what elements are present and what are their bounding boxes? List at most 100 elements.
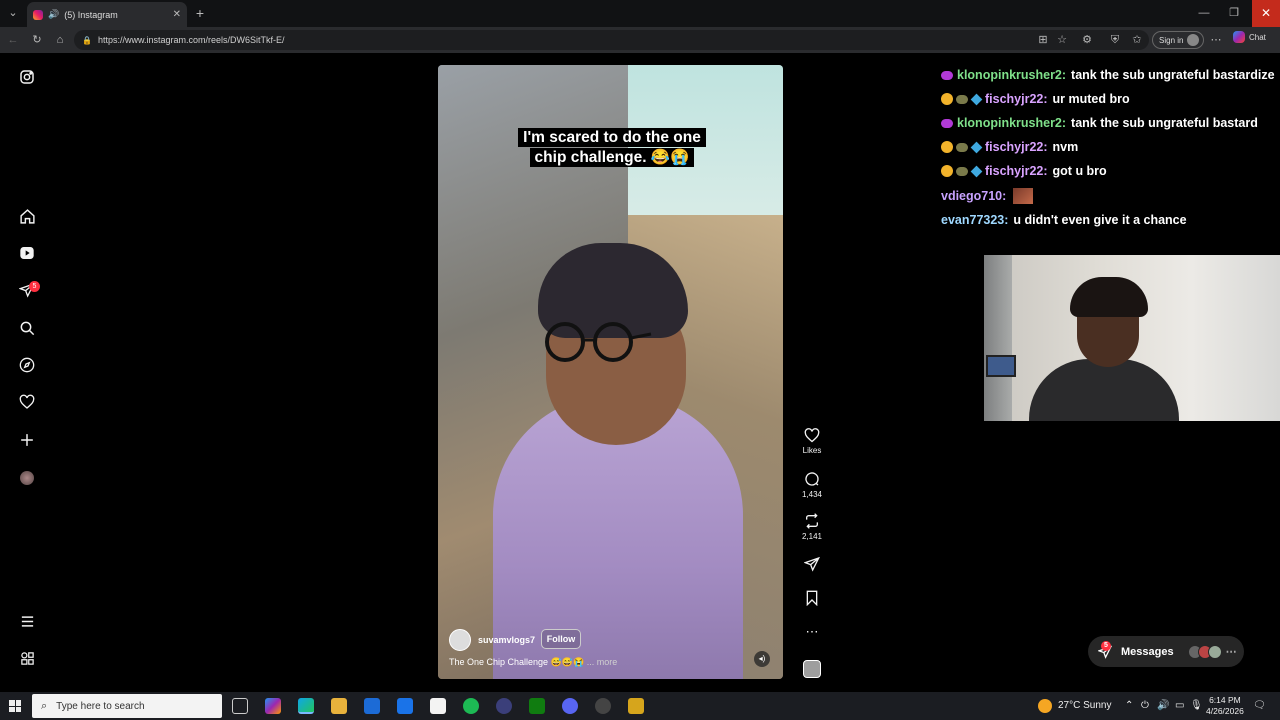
store-icon[interactable] (364, 698, 380, 714)
copilot-taskbar-icon[interactable] (265, 698, 281, 714)
back-arrow-icon[interactable]: ← (5, 32, 21, 48)
search-icon[interactable] (17, 318, 37, 338)
more-menu-hamburger-icon[interactable] (17, 611, 37, 631)
chat-emote-image-icon (1013, 188, 1034, 204)
lock-icon[interactable]: 🔒 (82, 36, 92, 45)
more-menu-icon[interactable]: ⋯ (1208, 32, 1224, 48)
edge-taskbar-icon[interactable] (298, 698, 314, 714)
more-link[interactable]: ... more (587, 657, 618, 667)
favorites-icon[interactable]: ✩ (1129, 32, 1145, 48)
spotify-icon[interactable] (463, 698, 479, 714)
clock-time: 6:14 PM (1209, 695, 1241, 705)
file-explorer-icon[interactable] (331, 698, 347, 714)
share-button[interactable] (801, 556, 823, 572)
chat-username: fischyjr22: (985, 92, 1048, 106)
sign-in-button[interactable]: Sign in (1152, 31, 1204, 49)
discord-icon[interactable] (562, 698, 578, 714)
bookmark-icon (806, 590, 818, 606)
messages-label: Messages (1121, 645, 1174, 658)
sign-in-label: Sign in (1159, 35, 1184, 45)
weather-text[interactable]: 27°C Sunny (1058, 700, 1111, 711)
extensions-icon[interactable]: ⚙ (1079, 32, 1095, 48)
app-icon[interactable] (496, 698, 512, 714)
mute-toggle-icon[interactable]: ◂) (754, 651, 770, 667)
creator-avatar[interactable] (449, 629, 471, 651)
webcam-person-hair (1070, 277, 1148, 317)
refresh-icon[interactable]: ↻ (29, 32, 45, 48)
messages-badge: 5 (1101, 641, 1111, 651)
reels-icon[interactable] (17, 243, 37, 263)
streamer-webcam (984, 255, 1280, 421)
tray-chevron-icon[interactable]: ⌃ (1125, 700, 1133, 711)
audio-thumbnail[interactable] (803, 660, 821, 678)
obs-icon[interactable] (595, 698, 611, 714)
close-window-button[interactable]: ✕ (1252, 0, 1280, 27)
reel-video[interactable]: I'm scared to do the one chip challenge.… (438, 65, 783, 679)
also-from-meta-icon[interactable] (17, 648, 37, 668)
webcam-person-body (1029, 359, 1179, 421)
notifications-heart-icon[interactable] (17, 392, 37, 412)
volume-icon[interactable]: 🔊 (1157, 700, 1169, 711)
weather-sun-icon[interactable] (1038, 699, 1052, 713)
share-send-icon (804, 556, 820, 572)
save-button[interactable] (801, 590, 823, 606)
chat-message: klonopinkrusher2: tank the sub ungratefu… (941, 68, 1275, 82)
chat-emote-icon (956, 142, 968, 152)
instagram-logo-icon[interactable] (17, 67, 37, 87)
more-dots-icon: ⋯ (1225, 646, 1237, 658)
creator-username[interactable]: suvamvlogs7 (478, 635, 535, 645)
taskbar-search-box[interactable]: ⌕ Type here to search (32, 694, 222, 718)
copilot-icon (1233, 31, 1245, 43)
search-placeholder: Type here to search (56, 700, 145, 712)
windows-taskbar: ⌕ Type here to search 27°C Sunny ⌃ ⏻ 🔊 ▭… (0, 692, 1280, 720)
tray-icon[interactable]: ⏻ (1141, 700, 1149, 711)
like-button[interactable]: Likes (801, 428, 823, 455)
browser-essentials-icon[interactable]: ⛨ (1107, 32, 1123, 48)
chat-username: klonopinkrusher2: (957, 68, 1067, 82)
repost-icon (806, 513, 818, 529)
home-icon[interactable] (17, 206, 37, 226)
profile-avatar[interactable] (17, 468, 37, 488)
mail-icon[interactable] (397, 698, 413, 714)
chat-text: tank the sub ungrateful bastardize (1071, 68, 1275, 82)
taskbar-clock[interactable]: 6:14 PM 4/26/2026 (1206, 695, 1244, 717)
chat-message: fischyjr22: got u bro (941, 164, 1107, 178)
speaker-icon[interactable]: 🔊 (48, 9, 59, 20)
comment-bubble-icon (805, 472, 819, 486)
comment-button[interactable]: 1,434 (801, 471, 823, 499)
chat-username: vdiego710: (941, 189, 1007, 203)
network-icon[interactable]: ▭ (1175, 700, 1184, 711)
tab-actions-chevron-icon[interactable]: ⌄ (4, 5, 22, 21)
notification-center-icon[interactable]: 🗨 (1253, 700, 1266, 711)
tab-instagram[interactable]: 🔊 (5) Instagram ✕ (27, 2, 187, 27)
browser-nav-bar: ← ↻ ⌂ 🔒 https://www.instagram.com/reels/… (0, 27, 1280, 53)
mic-icon[interactable]: 🎙 (1190, 700, 1203, 711)
app-available-icon[interactable]: ⊞ (1035, 32, 1051, 48)
copilot-chat-button[interactable]: Chat (1233, 31, 1266, 43)
create-plus-icon[interactable] (17, 430, 37, 450)
chat-badge-icon (941, 165, 953, 177)
xbox-icon[interactable] (529, 698, 545, 714)
more-options-icon[interactable]: ⋯ (801, 624, 823, 640)
home-button-icon[interactable]: ⌂ (52, 32, 68, 48)
restore-button[interactable]: ❐ (1225, 5, 1243, 21)
messages-button[interactable]: 5 Messages ⋯ (1088, 636, 1244, 667)
app-icon[interactable] (628, 698, 644, 714)
task-view-icon[interactable] (232, 698, 248, 714)
browser-title-bar: ⌄ 🔊 (5) Instagram ✕ + — ❐ ✕ (0, 0, 1280, 27)
messages-avatars (1187, 644, 1222, 659)
tab-close-icon[interactable]: ✕ (173, 9, 181, 20)
explore-compass-icon[interactable] (17, 355, 37, 375)
webcam-monitor (986, 355, 1016, 377)
profile-avatar-icon (1187, 34, 1200, 46)
chat-text: ur muted bro (1052, 92, 1130, 106)
new-tab-button[interactable]: + (191, 5, 209, 21)
address-bar[interactable]: 🔒 https://www.instagram.com/reels/DW6Sit… (74, 30, 1149, 50)
comments-count: 1,434 (801, 490, 823, 499)
follow-button[interactable]: Follow (541, 629, 581, 649)
minimize-button[interactable]: — (1195, 5, 1213, 21)
notepad-icon[interactable] (430, 698, 446, 714)
favorite-star-icon[interactable]: ☆ (1054, 32, 1070, 48)
repost-button[interactable]: 2,141 (801, 513, 823, 541)
start-windows-icon[interactable] (9, 700, 21, 712)
